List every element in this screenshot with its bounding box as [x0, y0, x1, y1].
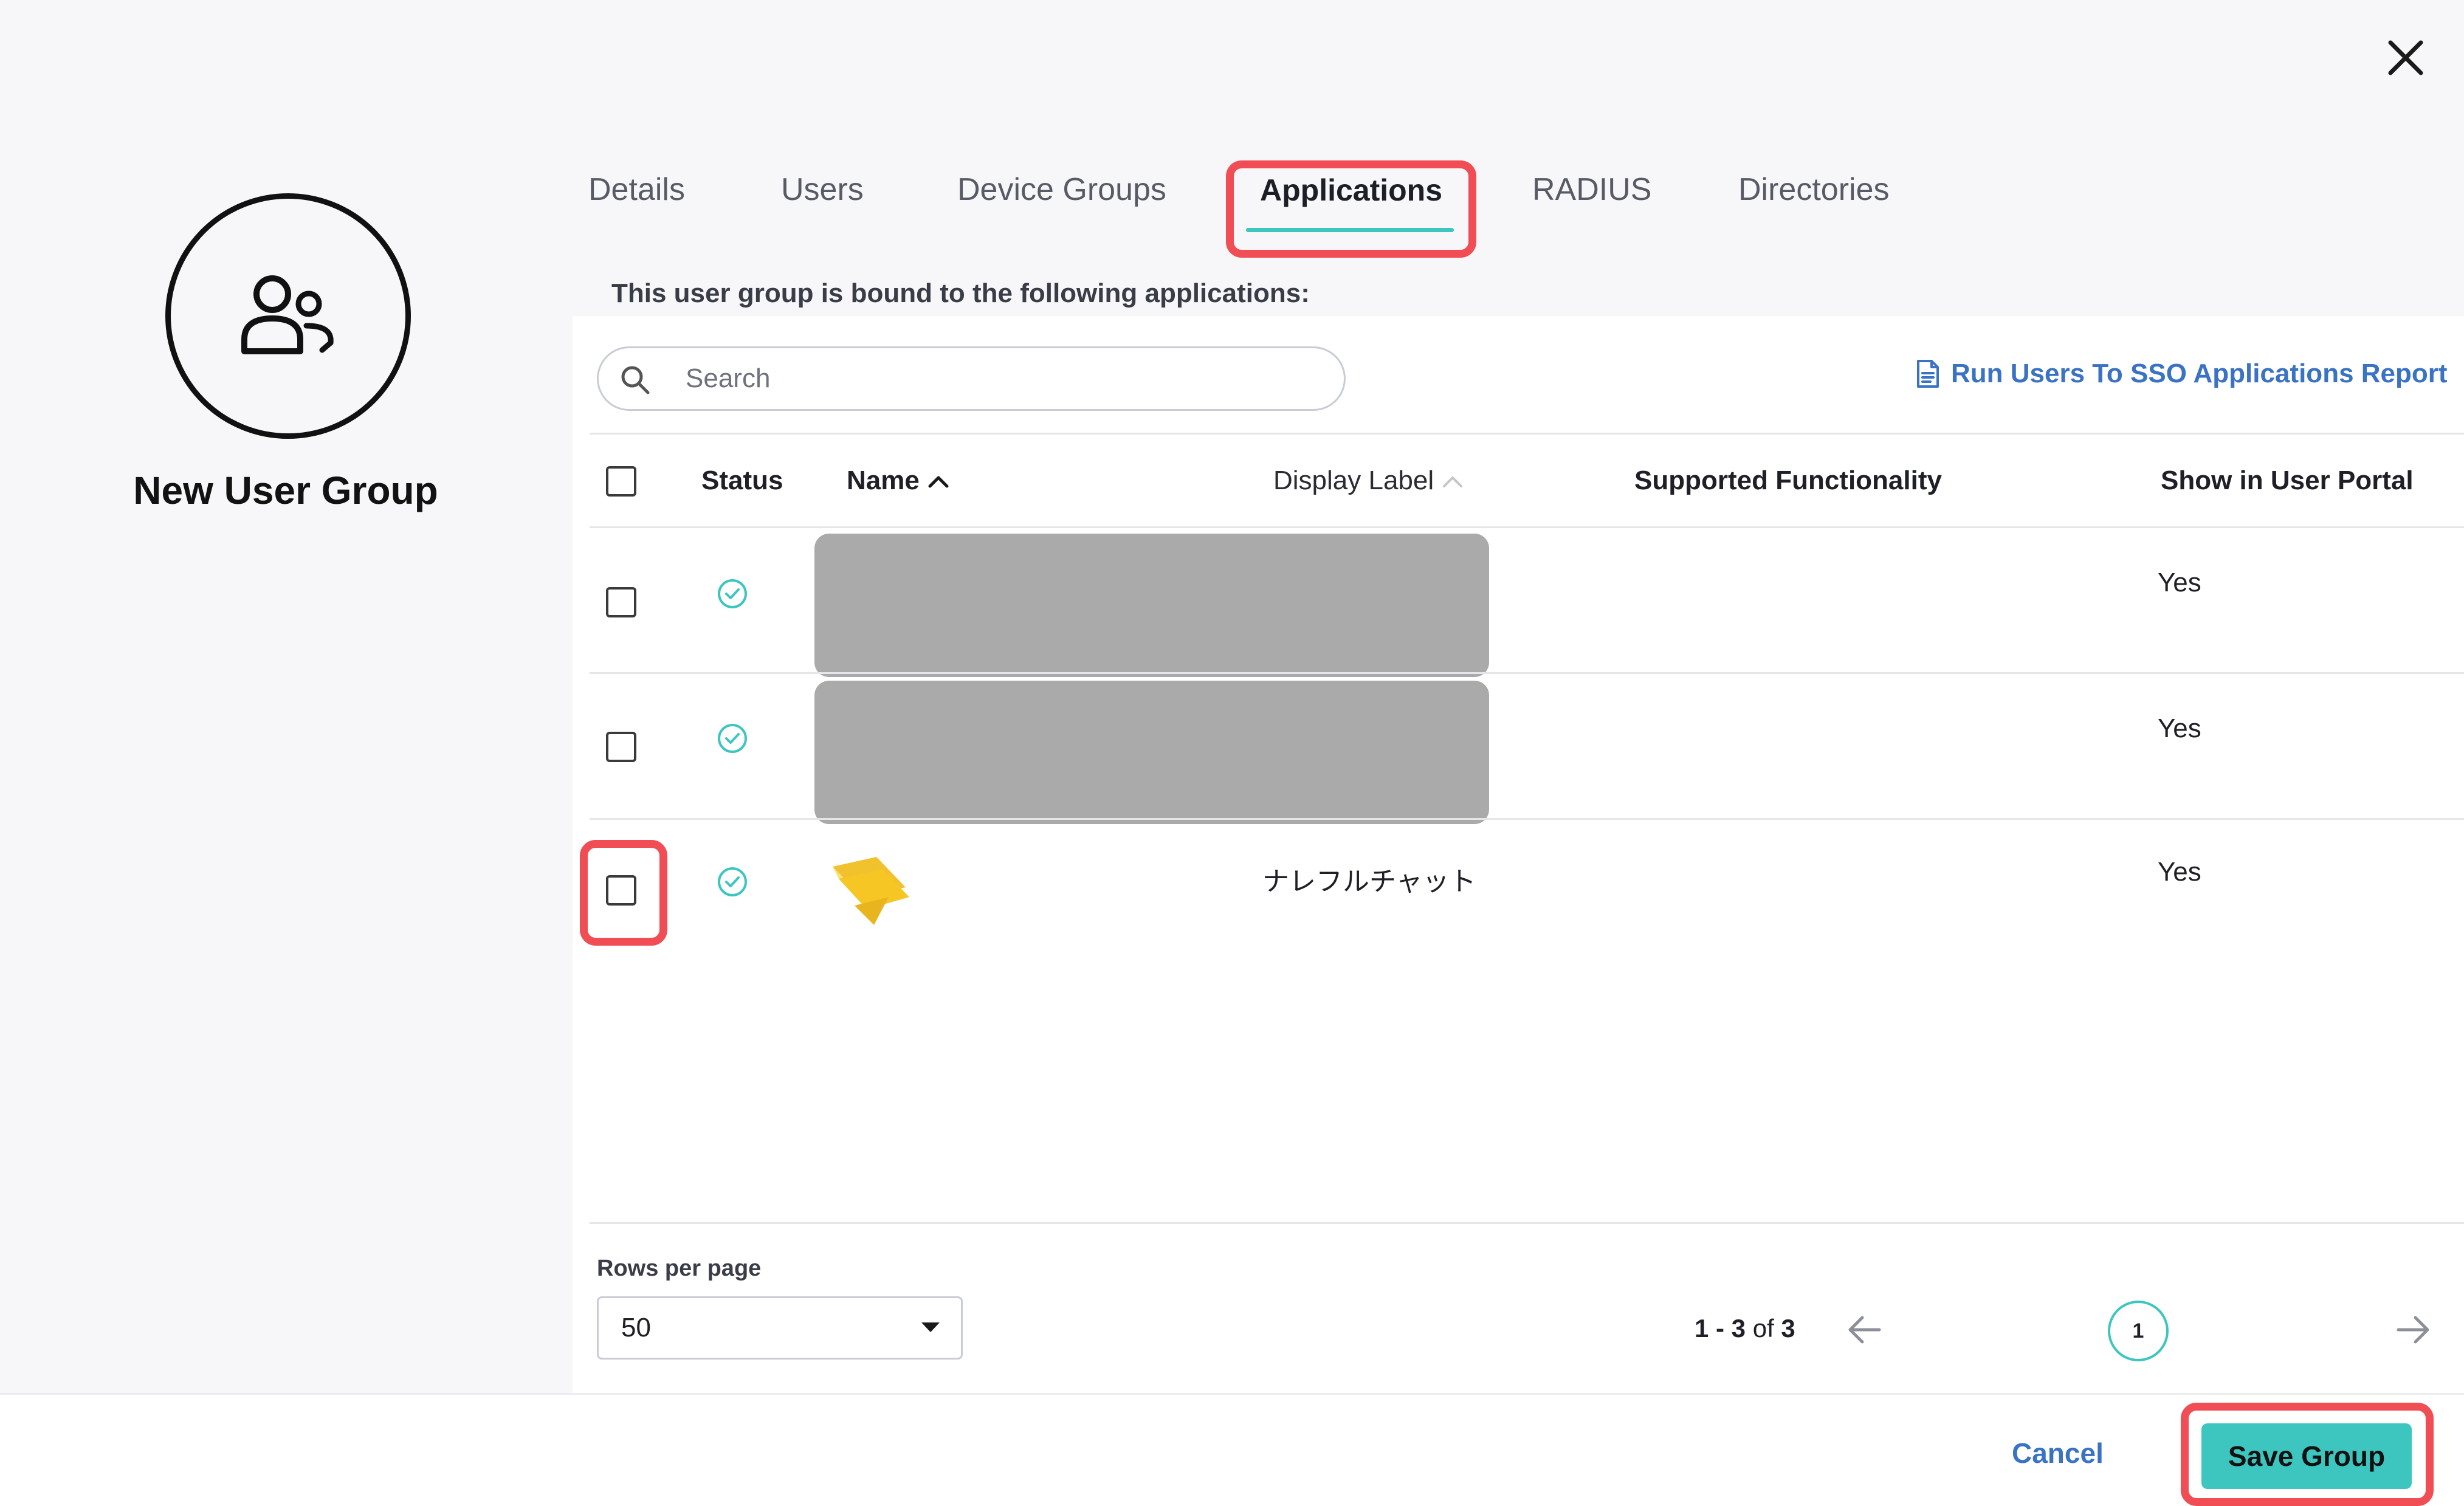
status-check-icon: [718, 867, 747, 896]
tab-radius[interactable]: RADIUS: [1532, 171, 1651, 208]
page-number-button[interactable]: 1: [2108, 1301, 2169, 1361]
tab-device-groups[interactable]: Device Groups: [957, 171, 1166, 208]
sort-asc-icon: [928, 476, 949, 488]
column-header-status[interactable]: Status: [701, 466, 783, 496]
pagination-range: 1 - 3: [1695, 1314, 1746, 1343]
caret-down-icon: [921, 1322, 940, 1332]
table-row[interactable]: Yes: [573, 528, 2464, 677]
show-in-portal-value: Yes: [2158, 713, 2201, 743]
close-icon[interactable]: [2380, 32, 2432, 84]
highlight-row-checkbox: [580, 840, 667, 946]
column-header-display-label[interactable]: Display Label: [1273, 466, 1464, 496]
highlight-applications-tab: [1226, 160, 1476, 258]
prev-page-arrow-icon[interactable]: [1844, 1309, 1885, 1350]
show-in-portal-value: Yes: [2158, 857, 2201, 887]
display-label-value: ナレフルチャット: [1262, 867, 1476, 896]
select-all-checkbox[interactable]: [606, 466, 636, 497]
pagination-summary: 1 - 3 of 3: [1695, 1314, 1795, 1343]
search-icon: [619, 363, 652, 396]
row-checkbox[interactable]: [606, 587, 636, 617]
status-check-icon: [718, 724, 747, 753]
redacted-app-info: [814, 534, 1489, 677]
status-check-icon: [718, 579, 747, 608]
column-header-name-label: Name: [847, 466, 920, 495]
tab-users[interactable]: Users: [781, 171, 864, 208]
rows-per-page-label: Rows per page: [597, 1256, 762, 1281]
bound-description: This user group is bound to the followin…: [611, 278, 1310, 308]
user-group-avatar: [165, 193, 411, 439]
tab-details[interactable]: Details: [588, 171, 685, 208]
search-input[interactable]: [686, 357, 1330, 400]
pagination-divider: [590, 1222, 2464, 1224]
highlight-save-button: [2181, 1403, 2434, 1506]
pagination-of: of: [1752, 1314, 1774, 1343]
app-logo-icon: [833, 857, 909, 925]
document-icon: [1917, 360, 1939, 388]
column-header-display-label-text: Display Label: [1273, 466, 1434, 495]
row-checkbox[interactable]: [606, 732, 636, 762]
tab-directories[interactable]: Directories: [1738, 171, 1890, 208]
group-title: New User Group: [133, 469, 438, 512]
sort-asc-icon: [1443, 476, 1463, 487]
column-header-supported-functionality[interactable]: Supported Functionality: [1634, 466, 1942, 496]
table-top-divider: [590, 433, 2464, 435]
column-header-show-in-user-portal[interactable]: Show in User Portal: [2161, 466, 2414, 496]
cancel-button[interactable]: Cancel: [2012, 1437, 2104, 1470]
next-page-arrow-icon[interactable]: [2392, 1309, 2434, 1350]
column-header-name[interactable]: Name: [847, 466, 950, 496]
table-row[interactable]: ナレフルチャット Yes: [573, 819, 2464, 964]
table-row[interactable]: Yes: [573, 673, 2464, 824]
redacted-app-info: [814, 681, 1489, 824]
run-report-label: Run Users To SSO Applications Report: [1951, 359, 2448, 388]
show-in-portal-value: Yes: [2158, 568, 2201, 597]
user-group-icon: [241, 275, 334, 354]
rows-per-page-value: 50: [621, 1313, 651, 1343]
pagination-total: 3: [1781, 1314, 1795, 1343]
rows-per-page-select[interactable]: [597, 1296, 963, 1360]
run-report-link[interactable]: Run Users To SSO Applications Report: [1915, 359, 2448, 389]
